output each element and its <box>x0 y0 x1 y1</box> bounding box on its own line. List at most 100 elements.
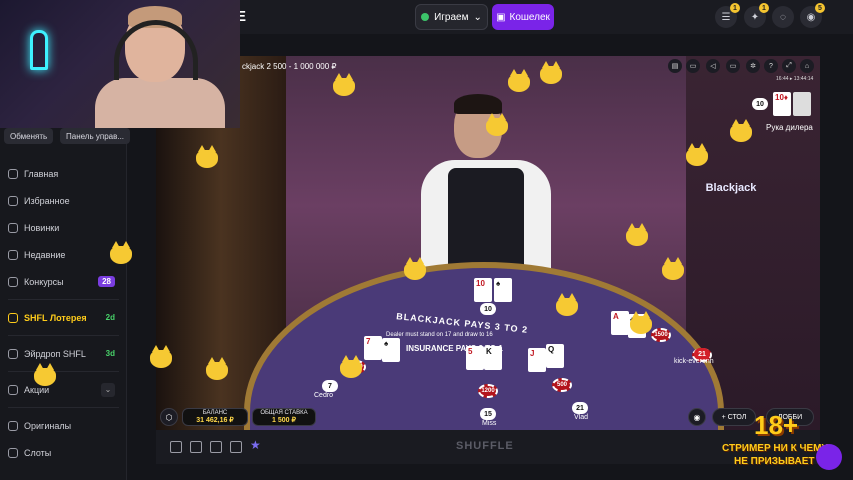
sidebar-item-recent[interactable]: Недавние <box>0 241 127 268</box>
sidebar-item-slots[interactable]: Слоты <box>0 439 127 466</box>
balance-value: 31 462,16 ₽ <box>196 417 234 424</box>
play-dropdown-button[interactable]: Играем ⌄ <box>415 4 488 30</box>
star-icon <box>8 195 18 206</box>
player-name: Miss <box>482 420 497 427</box>
support-chat-button[interactable] <box>816 444 842 470</box>
sidebar-item-label: Главная <box>24 168 59 179</box>
sidebar-nav: Главная Избранное Новинки Недавние Конку… <box>0 160 127 466</box>
cat-emoji-icon <box>486 113 508 136</box>
sidebar-item-label: SHFL Лотерея <box>24 312 87 323</box>
sidebar-item-new[interactable]: Новинки <box>0 214 127 241</box>
table-button-label: СТОЛ <box>727 413 747 421</box>
cat-emoji-icon <box>340 355 362 378</box>
sidebar-item-label: Акции <box>24 384 50 395</box>
sidebar-item-lottery[interactable]: SHFL Лотерея 2d <box>0 304 127 331</box>
cat-emoji-icon <box>206 357 228 380</box>
dealer-vest <box>448 168 524 270</box>
divider <box>8 371 119 372</box>
rocket-icon <box>8 222 18 233</box>
wallet-button[interactable]: ▣ Кошелек <box>492 4 554 30</box>
sidebar-item-favorites[interactable]: Избранное <box>0 187 127 214</box>
chips-menu-button[interactable]: ⬡ <box>160 408 178 426</box>
streamer-webcam <box>0 0 240 128</box>
table-button[interactable]: + СТОЛ <box>712 408 756 426</box>
player-total: 21 <box>572 402 588 414</box>
gift-icon[interactable]: ✦ 1 <box>744 3 769 28</box>
player-name: Cedro <box>314 392 334 399</box>
camera-icon[interactable]: ▭ <box>686 59 700 73</box>
sidebar-item-promotions[interactable]: Акции ⌄ <box>0 376 127 403</box>
wallet-icon: ▣ <box>496 11 506 23</box>
sidebar-item-home[interactable]: Главная <box>0 160 127 187</box>
chat-icon[interactable]: ▤ <box>668 59 682 73</box>
video-icon[interactable]: ▭ <box>726 59 740 73</box>
star-icon[interactable]: ★ <box>250 438 261 452</box>
sidebar-item-airdrop[interactable]: Эйрдроп SHFL 3d <box>0 340 127 367</box>
wallet-label: Кошелек <box>509 11 550 23</box>
disclaimer-line-1: СТРИМЕР НИ К ЧЕМУ <box>722 443 828 454</box>
center-total: 10 <box>480 303 496 315</box>
home-icon[interactable]: ⌂ <box>800 59 814 73</box>
game-title: ckjack 2 500 - 1 000 000 ₽ <box>242 62 337 71</box>
player-total: 7 <box>322 380 338 392</box>
sidebar-item-label: Избранное <box>24 195 70 206</box>
sidebar-item-label: Эйрдроп SHFL <box>24 348 86 359</box>
player-name: Vlad <box>574 414 589 421</box>
total-bet-display: ОБЩАЯ СТАВКА 1 500 ₽ <box>252 408 316 426</box>
player-total: 15 <box>480 408 496 420</box>
center-card: 10 <box>474 278 492 302</box>
help-icon[interactable]: ? <box>764 59 778 73</box>
cat-emoji-icon <box>540 61 562 84</box>
play-label: Играем <box>434 11 469 23</box>
cat-emoji-icon <box>662 257 684 280</box>
player-card: Q <box>546 344 564 368</box>
app-root: E Играем ⌄ ▣ Кошелек ☰ 1 ✦ 1 ◌ ◉ 5 Главная … <box>0 0 853 480</box>
chevron-down-icon: ⌄ <box>473 11 482 23</box>
lottery-countdown: 2d <box>105 313 115 322</box>
originals-icon <box>8 420 18 431</box>
gear-icon[interactable]: ✲ <box>746 59 760 73</box>
airdrop-icon <box>8 348 18 359</box>
fullscreen-icon[interactable]: ⤢ <box>782 59 796 73</box>
cat-emoji-icon <box>110 241 132 264</box>
neon-cactus-icon <box>30 30 48 70</box>
bet-chip: 1500 <box>651 328 671 342</box>
divider <box>8 299 119 300</box>
eye-icon[interactable]: ◉ <box>688 408 706 426</box>
balance-label: БАЛАНС <box>202 410 228 416</box>
cat-emoji-icon <box>404 257 426 280</box>
divider <box>8 407 119 408</box>
cat-emoji-icon <box>556 293 578 316</box>
player-card: A <box>611 311 629 335</box>
dealer-hand-label: Рука дилера <box>766 123 813 132</box>
document-icon[interactable]: ☰ 1 <box>715 3 740 28</box>
stats-icon[interactable] <box>210 441 222 453</box>
image-icon[interactable] <box>230 441 242 453</box>
dealer-total: 10 <box>752 98 768 110</box>
player-card: ♠ <box>382 338 400 362</box>
streamer-body <box>95 78 225 128</box>
theater-icon[interactable] <box>170 441 182 453</box>
cat-emoji-icon <box>730 119 752 142</box>
disclaimer-line-2: НЕ ПРИЗЫВАЕТ <box>734 456 815 467</box>
home-icon <box>8 168 18 179</box>
total-bet-label: ОБЩАЯ СТАВКА <box>260 410 308 416</box>
expand-icon[interactable] <box>190 441 202 453</box>
balance-display: БАЛАНС 31 462,16 ₽ <box>182 408 248 426</box>
divider <box>8 335 119 336</box>
cat-emoji-icon <box>150 345 172 368</box>
blackjack-logo: Blackjack <box>705 182 757 194</box>
chat-icon[interactable]: ◌ <box>772 6 794 28</box>
sidebar-item-originals[interactable]: Оригиналы <box>0 412 127 439</box>
game-time: 16:44 ▸ 13:44:14 <box>776 76 814 82</box>
cat-emoji-icon <box>34 363 56 386</box>
exchange-button[interactable]: Обменять <box>4 128 54 144</box>
chevron-down-icon[interactable]: ⌄ <box>101 382 115 397</box>
dealer-card: 10♦ <box>773 92 791 116</box>
sidebar-item-label: Оригиналы <box>24 420 72 431</box>
sidebar-item-contests[interactable]: Конкурсы 28 <box>0 268 127 295</box>
user-icon[interactable]: ◉ 5 <box>800 3 825 28</box>
control-panel-button[interactable]: Панель управ... <box>60 128 131 144</box>
bet-chip: 1200 <box>478 384 498 398</box>
volume-icon[interactable]: ◁ <box>706 59 720 73</box>
